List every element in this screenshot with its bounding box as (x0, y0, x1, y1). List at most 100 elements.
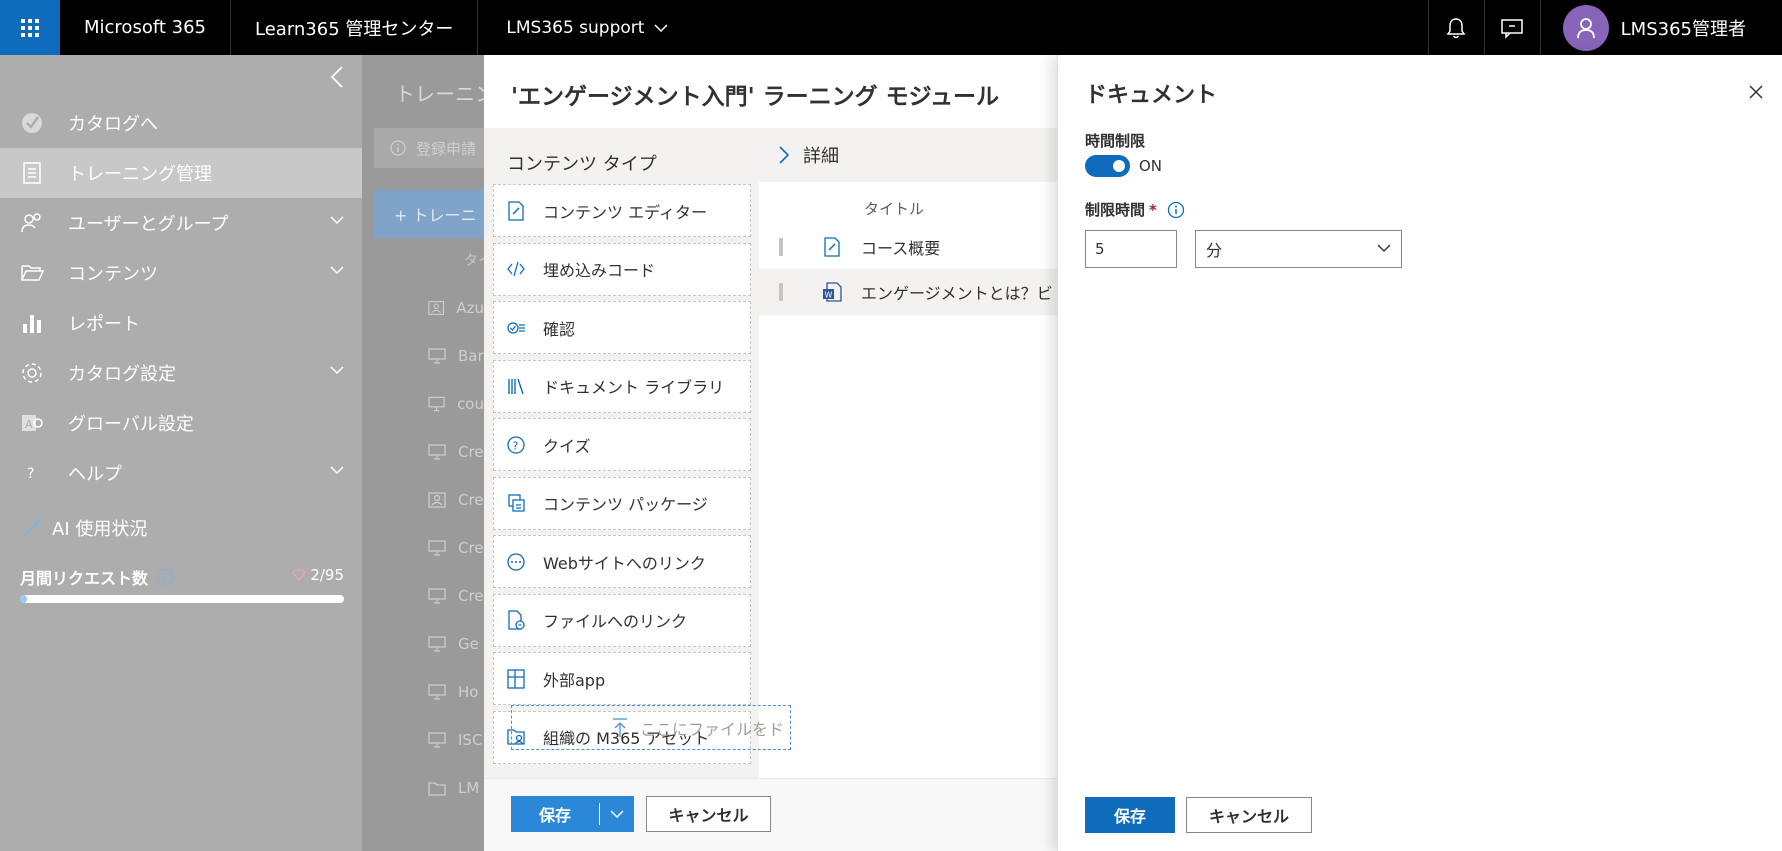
chevron-down-icon (330, 266, 344, 275)
sidebar-item-label: ユーザーとグループ (68, 214, 229, 235)
close-icon (1749, 85, 1763, 99)
required-marker: * (1149, 200, 1157, 219)
chevron-down-icon (330, 466, 344, 475)
background-row[interactable]: Bar (428, 344, 484, 368)
notifications-button[interactable] (1427, 0, 1484, 55)
sidebar-item-label: ヘルプ (68, 464, 122, 485)
catalog-check-icon (20, 111, 44, 135)
person-icon (428, 301, 444, 315)
drag-handle-icon[interactable] (779, 238, 783, 256)
background-row[interactable]: Azu (428, 296, 484, 320)
info-icon[interactable] (1167, 201, 1185, 219)
sidebar-item-reports[interactable]: レポート (0, 298, 362, 348)
time-limit-label: 時間制限 (1085, 132, 1146, 150)
background-row[interactable]: Cre (428, 584, 484, 608)
sidebar-item-label: コンテンツ (68, 264, 158, 285)
document-panel: ドキュメント 時間制限 ON 制限時間 * 5 分 保存 キャンセル (1057, 55, 1782, 851)
brand-name[interactable]: Microsoft 365 (60, 0, 231, 55)
module-row[interactable]: W エンゲージメントとは？ビ (759, 269, 1057, 315)
app-launcher-button[interactable] (0, 0, 60, 55)
content-type-label: ドキュメント ライブラリ (543, 378, 725, 397)
quiz-icon: ? (506, 435, 526, 455)
background-row[interactable]: Ho (428, 680, 484, 704)
background-row-title: ISC (458, 731, 483, 749)
content-type-item[interactable]: ? クイズ (493, 418, 751, 471)
file-dropzone[interactable]: ここにファイルをド (511, 705, 791, 750)
background-row[interactable]: Cre (428, 536, 484, 560)
user-menu[interactable]: LMS365管理者 (1539, 0, 1782, 55)
module-panel-title: 'エンゲージメント入門' ラーニング モジュール (511, 84, 1000, 110)
training-doc-icon (20, 161, 44, 185)
background-row[interactable]: Cre (428, 440, 484, 464)
duration-unit-select[interactable]: 分 (1195, 230, 1402, 268)
add-training-button[interactable]: + トレーニ (374, 190, 484, 238)
save-options-button[interactable] (600, 809, 634, 819)
avatar (1562, 4, 1609, 51)
tenant-switcher[interactable]: LMS365 support (478, 0, 696, 55)
background-row[interactable]: Cre (428, 488, 484, 512)
global-settings-icon: A (20, 411, 44, 435)
sidebar-item-catalog[interactable]: カタログへ (0, 98, 362, 148)
document-save-button[interactable]: 保存 (1085, 797, 1175, 833)
background-row[interactable]: ISC (428, 728, 484, 752)
chevron-down-icon (654, 23, 668, 32)
module-save-button[interactable]: 保存 (511, 802, 599, 826)
sidebar-item-training[interactable]: トレーニング管理 (0, 148, 362, 198)
collapse-sidebar-button[interactable] (330, 65, 344, 93)
background-row[interactable]: Ge (428, 632, 484, 656)
module-row-title: エンゲージメントとは？ビ (861, 284, 1053, 303)
sidebar-item-content[interactable]: コンテンツ (0, 248, 362, 298)
learning-module-panel: 'エンゲージメント入門' ラーニング モジュール コンテンツ タイプ コンテンツ… (484, 55, 1057, 851)
content-type-label: 埋め込みコード (543, 261, 656, 280)
background-row[interactable]: LM (428, 776, 484, 800)
document-panel-title: ドキュメント (1085, 83, 1218, 108)
content-type-item[interactable]: 外部app (493, 652, 751, 705)
content-type-label: コンテンツ エディター (543, 202, 707, 222)
background-notice: 登録申請 (374, 128, 484, 168)
monthly-requests-text: 月間リクエスト数 (20, 569, 149, 588)
time-limit-toggle[interactable] (1085, 155, 1130, 177)
sidebar-item-help[interactable]: ? ヘルプ (0, 448, 362, 498)
background-row[interactable]: cou (428, 392, 484, 416)
monitor-icon (428, 636, 446, 652)
content-type-item[interactable]: 埋め込みコード (493, 242, 751, 296)
svg-text:?: ? (513, 439, 519, 452)
ai-usage-label: AI 使用状況 (52, 519, 148, 540)
sidebar-item-catalog-settings[interactable]: カタログ設定 (0, 348, 362, 398)
sidebar-item-global-settings[interactable]: A グローバル設定 (0, 398, 362, 448)
content-type-label: クイズ (543, 436, 591, 456)
sidebar-item-label: カタログ設定 (68, 364, 176, 385)
content-type-label: コンテンツ パッケージ (543, 495, 708, 514)
code-icon (506, 259, 526, 279)
sidebar-item-label: レポート (68, 314, 140, 335)
module-cancel-button[interactable]: キャンセル (646, 796, 771, 832)
background-row-title: Cre (458, 587, 484, 605)
close-button[interactable] (1748, 84, 1764, 104)
person-icon (428, 492, 446, 508)
content-type-item[interactable]: コンテンツ エディター (493, 184, 751, 237)
duration-input[interactable]: 5 (1085, 230, 1177, 268)
svg-text:A: A (25, 418, 33, 431)
module-save-split-button[interactable]: 保存 (511, 796, 634, 832)
info-icon[interactable] (156, 568, 174, 586)
module-row[interactable]: コース概要 (759, 224, 1057, 270)
feedback-button[interactable] (1483, 0, 1540, 55)
content-type-item[interactable]: コンテンツ パッケージ (493, 476, 751, 530)
content-type-item[interactable]: Webサイトへのリンク (493, 535, 751, 588)
content-type-item[interactable]: 確認 (493, 301, 751, 354)
details-header[interactable]: 詳細 (759, 128, 1057, 182)
content-type-item[interactable]: ファイルへのリンク (493, 593, 751, 647)
content-type-item[interactable]: ドキュメント ライブラリ (493, 359, 751, 413)
top-bar: Microsoft 365 Learn365 管理センター LMS365 sup… (0, 0, 1782, 55)
content-types-heading: コンテンツ タイプ (507, 154, 657, 175)
module-panel-footer: 保存 キャンセル (484, 778, 1057, 851)
background-notice-text: 登録申請 (416, 139, 477, 158)
sidebar-item-users[interactable]: ユーザーとグループ (0, 198, 362, 248)
chevron-down-icon (1377, 244, 1391, 252)
app-title[interactable]: Learn365 管理センター (231, 0, 479, 55)
document-cancel-button[interactable]: キャンセル (1186, 797, 1312, 833)
feedback-icon (1501, 18, 1523, 39)
background-row-title: Cre (458, 539, 484, 557)
drag-handle-icon[interactable] (779, 283, 783, 301)
edit-doc-icon (506, 200, 526, 221)
